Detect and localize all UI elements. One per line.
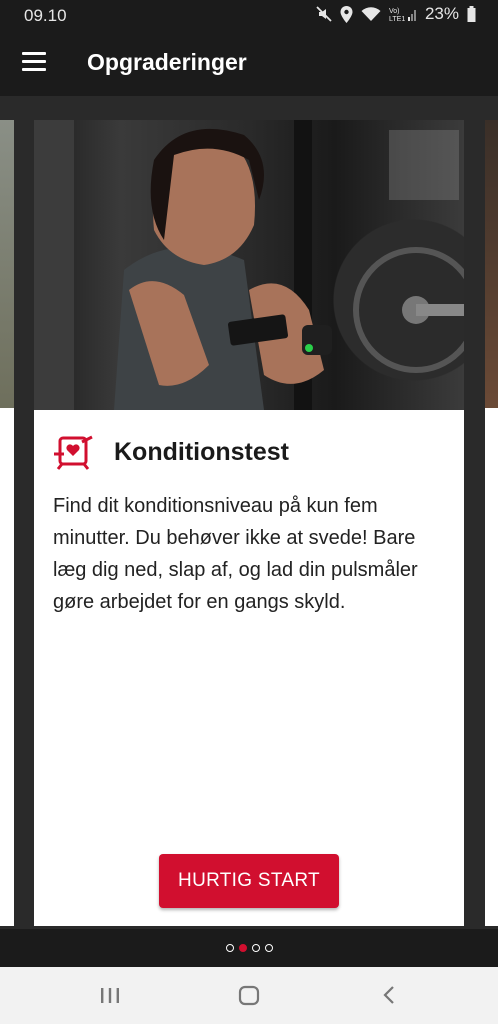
status-bar: 09.10 Vo) LTE1 23% [0,0,498,30]
upgrade-pager[interactable]: Konditionstest Find dit konditionsniveau… [0,96,498,929]
battery-level: 23% [424,4,459,23]
page-indicator [0,929,498,967]
card-image [34,120,464,410]
app-bar: Opgraderinger [0,30,498,96]
quick-start-button[interactable]: HURTIG START [159,854,339,908]
signal-icon: Vo)LTE1 [389,8,416,22]
wifi-icon [361,7,381,21]
system-nav-bar [0,967,498,1024]
page-dot[interactable] [251,944,260,952]
card-description: Find dit konditionsniveau på kun fem min… [53,495,418,613]
card-header: Konditionstest [52,434,289,470]
previous-card-peek[interactable] [0,120,14,926]
mute-icon [316,6,332,22]
next-card-peek[interactable] [485,120,498,926]
page-title: Opgraderinger [87,49,247,75]
card-title: Konditionstest [114,437,289,466]
svg-text:Vo): Vo) [389,8,400,15]
home-icon[interactable] [238,984,260,1006]
back-icon[interactable] [379,984,401,1006]
page-dot-active[interactable] [238,944,247,952]
upgrade-card: Konditionstest Find dit konditionsniveau… [34,120,464,926]
location-icon [340,5,353,23]
status-icons: Vo) LTE1 23% [316,4,476,24]
status-time: 09.10 [24,6,67,25]
recents-icon[interactable] [99,984,121,1006]
page-dot[interactable] [225,944,234,952]
fitness-test-icon [54,435,93,470]
battery-icon [467,6,476,22]
svg-text:LTE1: LTE1 [389,16,405,22]
menu-icon[interactable] [22,52,46,72]
page-dot[interactable] [264,944,273,952]
